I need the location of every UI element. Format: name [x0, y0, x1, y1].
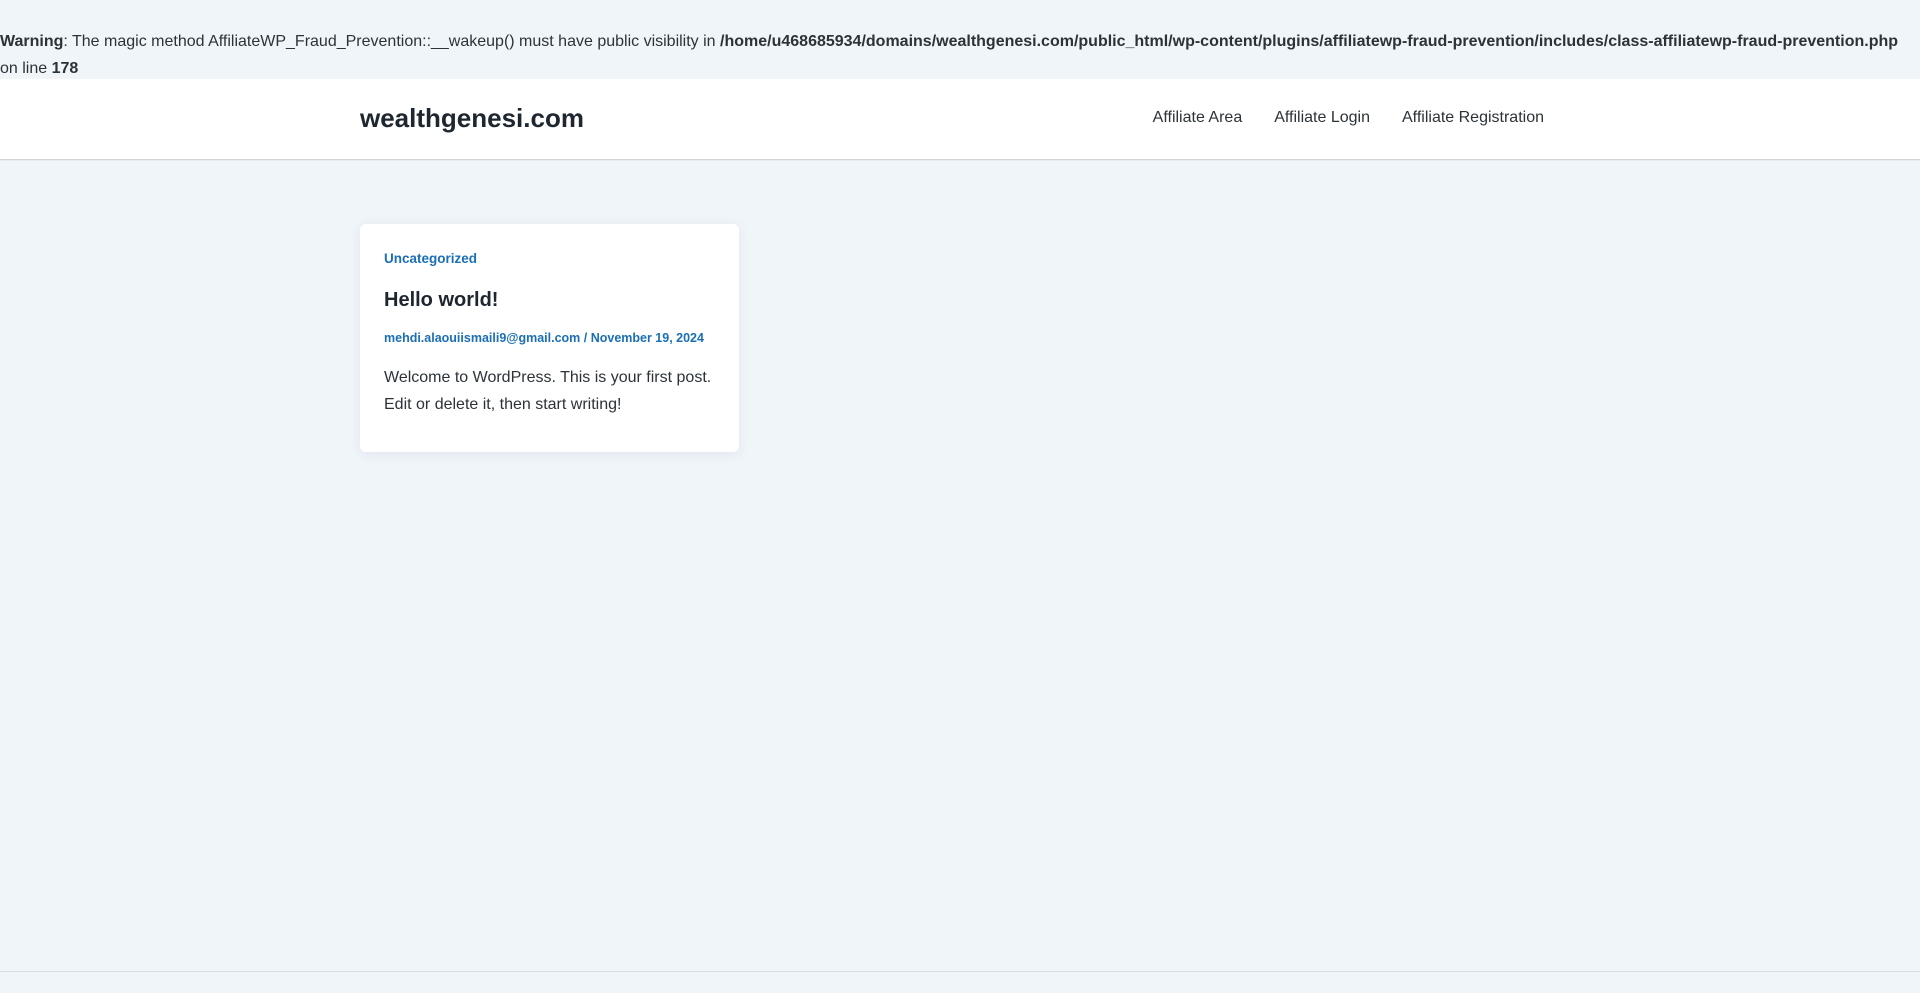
warning-label: Warning — [0, 33, 64, 50]
nav-item-affiliate-login[interactable]: Affiliate Login — [1274, 107, 1370, 129]
footer-divider — [0, 971, 1920, 972]
post-excerpt: Welcome to WordPress. This is your first… — [384, 369, 712, 413]
nav-item-affiliate-area[interactable]: Affiliate Area — [1153, 107, 1243, 129]
post-meta-separator: / — [580, 331, 591, 345]
nav-item-affiliate-registration[interactable]: Affiliate Registration — [1402, 107, 1544, 129]
post-meta: mehdi.alaouiismaili9@gmail.com / Novembe… — [384, 329, 715, 348]
post-card: Uncategorized Hello world! mehdi.alaouii… — [360, 224, 739, 452]
primary-navigation: Affiliate Area Affiliate Login Affiliate… — [1153, 107, 1544, 129]
php-warning-message: Warning: The magic method AffiliateWP_Fr… — [0, 0, 1920, 79]
warning-line-prefix: on line — [0, 60, 52, 77]
site-title-link[interactable]: wealthgenesi.com — [360, 102, 584, 134]
post-title-link[interactable]: Hello world! — [384, 289, 498, 311]
site-header: wealthgenesi.com Affiliate Area Affiliat… — [0, 79, 1920, 160]
post-author-link[interactable]: mehdi.alaouiismaili9@gmail.com — [384, 331, 580, 345]
post-date-link[interactable]: November 19, 2024 — [591, 331, 704, 345]
post-title: Hello world! — [384, 288, 715, 312]
warning-line-number: 178 — [51, 60, 79, 77]
warning-file-path: /home/u468685934/domains/wealthgenesi.co… — [720, 33, 1899, 50]
warning-text: : The magic method AffiliateWP_Fraud_Pre… — [63, 33, 721, 50]
post-category-link[interactable]: Uncategorized — [384, 250, 477, 268]
